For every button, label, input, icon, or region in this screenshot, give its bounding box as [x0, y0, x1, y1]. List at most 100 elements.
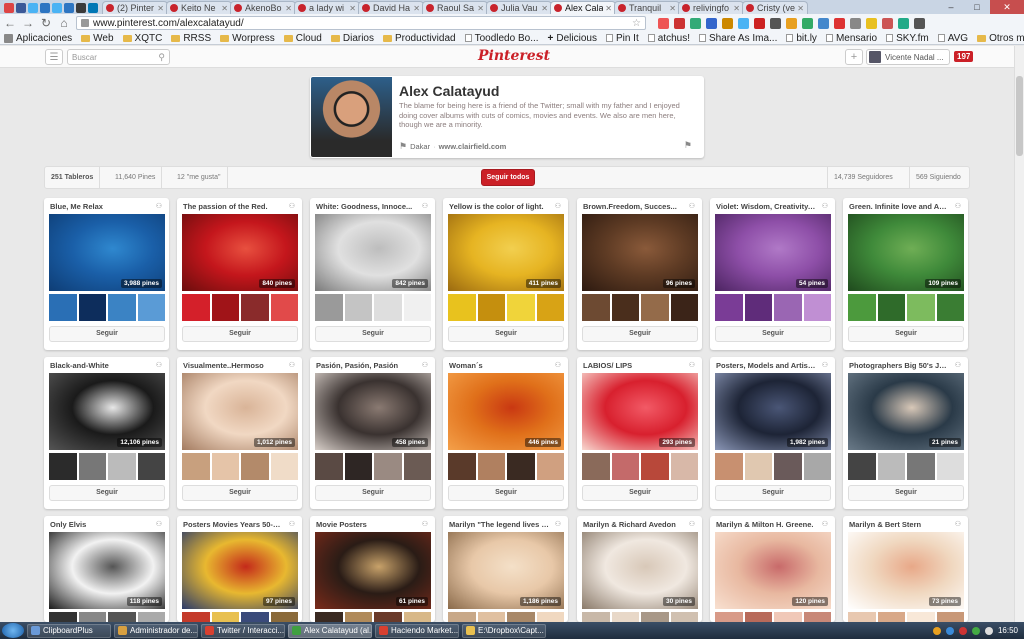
- follow-board-button[interactable]: Seguir: [582, 485, 698, 501]
- board-thumbnail[interactable]: [315, 612, 343, 622]
- extension-icon[interactable]: [882, 17, 893, 29]
- board-cover[interactable]: 842 pines: [315, 214, 431, 291]
- board-thumbnail[interactable]: [582, 612, 610, 622]
- board-title[interactable]: The passion of the Red.: [183, 202, 283, 211]
- taskbar-item[interactable]: Twitter / Interacci...: [201, 623, 285, 638]
- board-card[interactable]: Only Elvis ⚇ 118 pines: [44, 516, 169, 622]
- board-cover[interactable]: 3,988 pines: [49, 214, 165, 291]
- board-thumbnail[interactable]: [848, 612, 876, 622]
- report-flag-icon[interactable]: ⚑: [684, 140, 692, 151]
- board-title[interactable]: White: Goodness, Innoce...: [316, 202, 416, 211]
- extension-icon[interactable]: [738, 17, 749, 29]
- browser-tab[interactable]: Raoul Sa ✕: [422, 1, 488, 14]
- board-card[interactable]: Movie Posters ⚇ 61 pines: [310, 516, 435, 622]
- board-card[interactable]: Green. Infinite love and Aff... ⚇ 109 pine…: [843, 198, 968, 350]
- board-cover[interactable]: 1,012 pines: [182, 373, 298, 450]
- browser-tab[interactable]: Julia Vau ✕: [486, 1, 552, 14]
- board-card[interactable]: Visualmente..Hermoso ⚇ 1,012 pines Seguir: [177, 357, 302, 509]
- board-card[interactable]: Marilyn & Richard Avedon ⚇ 30 pines: [577, 516, 702, 622]
- extension-icon[interactable]: [754, 17, 765, 29]
- pinterest-logo[interactable]: Pinterest: [478, 48, 550, 64]
- notifications-badge[interactable]: 197: [954, 51, 974, 62]
- board-title[interactable]: Marilyn & Bert Stern: [849, 520, 949, 529]
- boards-tab[interactable]: 251 Tableros: [45, 167, 101, 188]
- board-thumbnail[interactable]: [670, 453, 698, 480]
- board-thumbnail[interactable]: [744, 294, 772, 321]
- board-thumbnail[interactable]: [744, 612, 772, 622]
- extension-icon[interactable]: [674, 17, 685, 29]
- extension-icon[interactable]: [834, 17, 845, 29]
- board-thumbnail[interactable]: [507, 294, 535, 321]
- bookmark-item[interactable]: Productividad: [383, 33, 456, 44]
- bookmark-item[interactable]: XQTC: [122, 33, 162, 44]
- board-thumbnail[interactable]: [108, 453, 136, 480]
- board-thumbnail[interactable]: [936, 294, 964, 321]
- board-thumbnail[interactable]: [803, 453, 831, 480]
- board-thumbnail[interactable]: [49, 294, 77, 321]
- follow-board-button[interactable]: Seguir: [715, 485, 831, 501]
- board-cover[interactable]: 1,186 pines: [448, 532, 564, 609]
- scrollbar[interactable]: [1014, 46, 1024, 622]
- browser-tab[interactable]: Cristy (ve ✕: [742, 1, 808, 14]
- bookmark-item[interactable]: Diarios: [330, 33, 374, 44]
- board-thumbnail[interactable]: [641, 612, 669, 622]
- board-card[interactable]: Marilyn "The legend lives on" ⚇ 1,186 pine…: [443, 516, 568, 622]
- reload-icon[interactable]: ↻: [40, 16, 52, 30]
- follow-board-button[interactable]: Seguir: [848, 326, 964, 342]
- board-thumbnail[interactable]: [507, 453, 535, 480]
- board-title[interactable]: Green. Infinite love and Aff...: [849, 202, 949, 211]
- back-icon[interactable]: ←: [4, 16, 16, 30]
- board-thumbnail[interactable]: [744, 453, 772, 480]
- extension-icon[interactable]: [802, 17, 813, 29]
- board-card[interactable]: White: Goodness, Innoce... ⚇ 842 pines Segu…: [310, 198, 435, 350]
- board-thumbnail[interactable]: [211, 612, 239, 622]
- follow-board-button[interactable]: Seguir: [182, 326, 298, 342]
- follow-board-button[interactable]: Seguir: [315, 485, 431, 501]
- follow-all-button[interactable]: Seguir todos: [481, 169, 535, 186]
- close-tab-icon[interactable]: ✕: [413, 4, 420, 13]
- board-thumbnail[interactable]: [403, 612, 431, 622]
- board-thumbnail[interactable]: [374, 453, 402, 480]
- user-menu-button[interactable]: Vicente Nadal ...: [866, 49, 950, 65]
- board-card[interactable]: Blue, Me Relax ⚇ 3,988 pines Seguir: [44, 198, 169, 350]
- facebook-icon[interactable]: [16, 2, 26, 13]
- bookmark-item[interactable]: + Delicious: [548, 33, 597, 44]
- followers-tab[interactable]: 14,739 Seguidores: [827, 167, 899, 188]
- board-thumbnail[interactable]: [803, 294, 831, 321]
- close-tab-icon[interactable]: ✕: [349, 4, 356, 13]
- follow-board-button[interactable]: Seguir: [182, 485, 298, 501]
- close-tab-icon[interactable]: ✕: [285, 4, 292, 13]
- volume-icon[interactable]: [984, 626, 993, 635]
- board-card[interactable]: Black-and-White ⚇ 12,106 pines Seguir: [44, 357, 169, 509]
- extension-icon[interactable]: [866, 17, 877, 29]
- follow-board-button[interactable]: Seguir: [582, 326, 698, 342]
- extension-icon[interactable]: [722, 17, 733, 29]
- board-cover[interactable]: 840 pines: [182, 214, 298, 291]
- menu-icon[interactable]: [914, 17, 925, 29]
- address-bar[interactable]: www.pinterest.com/alexcalatayud/ ☆: [76, 16, 646, 30]
- board-card[interactable]: Yellow is the color of light. ⚇ 411 pines S…: [443, 198, 568, 350]
- board-thumbnail[interactable]: [182, 612, 210, 622]
- follow-board-button[interactable]: Seguir: [315, 326, 431, 342]
- star-icon[interactable]: ☆: [632, 18, 641, 29]
- board-card[interactable]: The passion of the Red. ⚇ 840 pines Seguir: [177, 198, 302, 350]
- follow-board-button[interactable]: Seguir: [715, 326, 831, 342]
- board-cover[interactable]: 120 pines: [715, 532, 831, 609]
- likes-tab[interactable]: 12 "me gusta": [171, 167, 228, 188]
- board-thumbnail[interactable]: [907, 294, 935, 321]
- gmail-icon[interactable]: [4, 2, 14, 13]
- board-cover[interactable]: 54 pines: [715, 214, 831, 291]
- board-thumbnail[interactable]: [715, 453, 743, 480]
- bookmark-item[interactable]: Aplicaciones: [4, 33, 72, 44]
- board-thumbnail[interactable]: [536, 294, 564, 321]
- taskbar-item[interactable]: Administrador de...: [114, 623, 198, 638]
- board-thumbnail[interactable]: [270, 612, 298, 622]
- board-thumbnail[interactable]: [270, 453, 298, 480]
- following-tab[interactable]: 569 Siguiendo: [909, 167, 967, 188]
- board-thumbnail[interactable]: [907, 453, 935, 480]
- taskbar-item[interactable]: ClipboardPlus: [27, 623, 111, 638]
- board-cover[interactable]: 458 pines: [315, 373, 431, 450]
- board-thumbnail[interactable]: [774, 453, 802, 480]
- close-tab-icon[interactable]: ✕: [669, 4, 676, 13]
- browser-tab[interactable]: Tranquil ✕: [614, 1, 680, 14]
